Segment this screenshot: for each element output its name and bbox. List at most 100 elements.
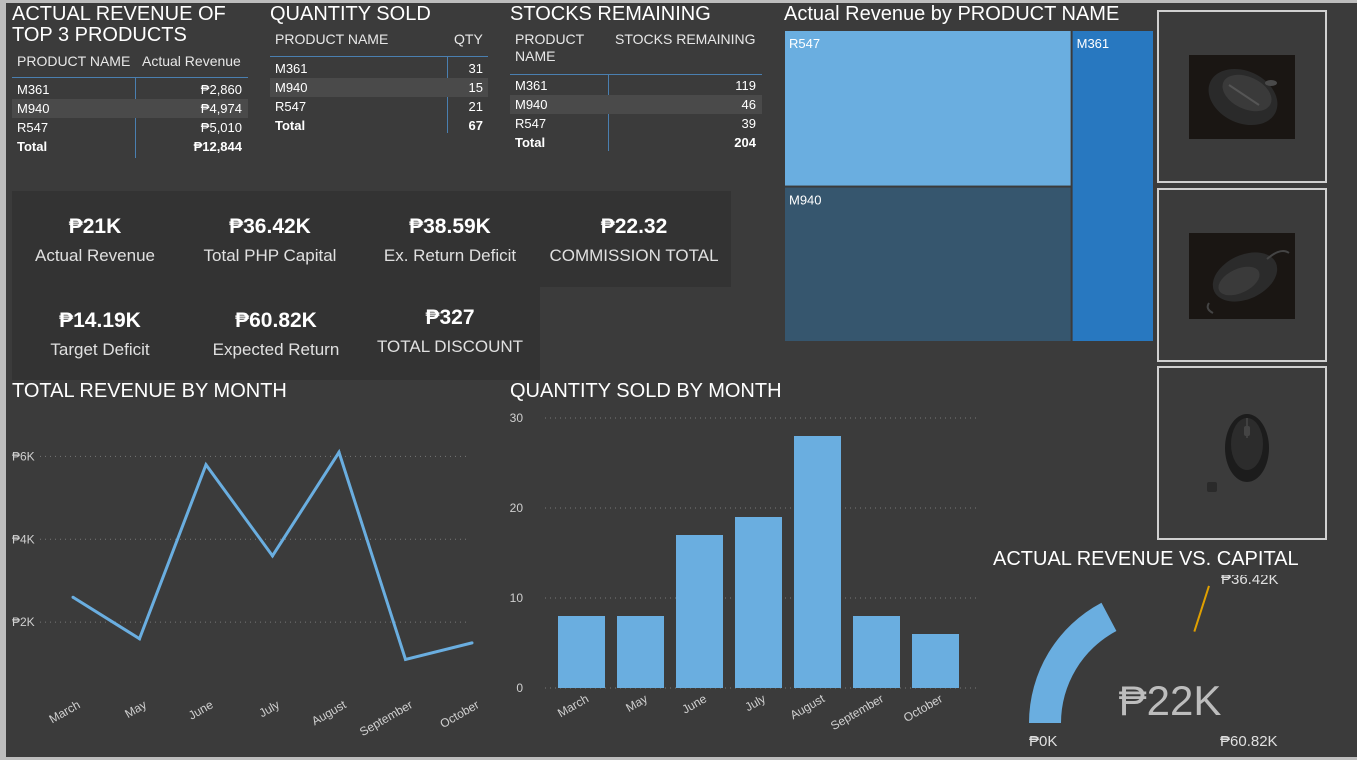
stocks-header-product: PRODUCT bbox=[515, 31, 585, 47]
top-products-cell-value: ₱4,974 bbox=[200, 101, 242, 116]
treemap-tile-label: R547 bbox=[789, 36, 820, 51]
bar-chart-x-tick: March bbox=[555, 691, 591, 720]
quantity-bar[interactable] bbox=[676, 535, 723, 688]
top-products-title-line1: ACTUAL REVENUE OF bbox=[12, 3, 226, 25]
quantity-sold-header-qty[interactable]: QTY bbox=[454, 31, 483, 47]
line-chart-x-tick: May bbox=[122, 697, 149, 720]
line-chart-x-tick: August bbox=[309, 697, 349, 728]
quantity-bar[interactable] bbox=[617, 616, 664, 688]
top-products-rows: M361 ₱2,860 M940 ₱4,974 R547 ₱5,010 Total ₱12,8… bbox=[12, 80, 248, 156]
line-chart-x-tick: March bbox=[47, 697, 83, 726]
quantity-sold-row[interactable]: M940 15 bbox=[270, 78, 488, 97]
bar-chart-x-tick: May bbox=[623, 691, 650, 714]
bar-chart-title: QUANTITY SOLD BY MONTH bbox=[510, 380, 782, 402]
bar-chart-x-tick: September bbox=[828, 691, 886, 732]
top-products-total-row[interactable]: Total ₱12,844 bbox=[12, 137, 248, 156]
stocks-header-name: NAME bbox=[515, 48, 556, 64]
stocks-row[interactable]: M940 46 bbox=[510, 95, 762, 114]
line-chart-x-tick: July bbox=[257, 697, 282, 720]
kpi-value: ₱36.42K bbox=[229, 215, 311, 238]
stocks-remaining-visual[interactable]: STOCKS REMAINING PRODUCT NAME STOCKS REM… bbox=[510, 4, 762, 151]
top-products-cell-value: ₱2,860 bbox=[200, 82, 242, 97]
top-products-cell-value: ₱12,844 bbox=[193, 139, 242, 154]
kpi-label: TOTAL DISCOUNT bbox=[376, 337, 524, 356]
product-image-card-1[interactable] bbox=[1157, 10, 1327, 183]
quantity-sold-title: QUANTITY SOLD bbox=[270, 3, 431, 25]
wired-mouse-icon bbox=[1206, 250, 1290, 314]
quantity-sold-visual[interactable]: QUANTITY SOLD PRODUCT NAME QTY M361 31 M94… bbox=[270, 3, 488, 133]
top-products-header-revenue[interactable]: Actual Revenue bbox=[142, 53, 241, 69]
stocks-row[interactable]: M361 119 bbox=[510, 76, 762, 95]
revenue-data-point[interactable] bbox=[138, 637, 141, 641]
top-products-row[interactable]: M940 ₱4,974 bbox=[12, 99, 248, 118]
quantity-bar[interactable] bbox=[558, 616, 605, 688]
top-products-cell-name: R547 bbox=[17, 120, 49, 135]
product-image-card-3[interactable] bbox=[1157, 366, 1327, 540]
kpi-value: ₱14.19K bbox=[59, 309, 141, 332]
stocks-rows: M361 119 M940 46 R547 39 Total 204 bbox=[510, 76, 762, 152]
top-products-visual[interactable]: ACTUAL REVENUE OF TOP 3 PRODUCTS PRODUCT… bbox=[12, 4, 248, 158]
top-products-title: ACTUAL REVENUE OF TOP 3 PRODUCTS bbox=[12, 4, 226, 46]
line-chart-title: TOTAL REVENUE BY MONTH bbox=[12, 380, 287, 402]
quantity-bar[interactable] bbox=[794, 436, 841, 688]
stocks-cell-value: 204 bbox=[734, 135, 756, 150]
gaming-mouse-photo bbox=[1189, 55, 1295, 139]
stocks-total-row[interactable]: Total 204 bbox=[510, 133, 762, 152]
gauge-title: ACTUAL REVENUE VS. CAPITAL bbox=[993, 548, 1299, 570]
quantity-sold-cell-value: 21 bbox=[468, 99, 483, 114]
top-products-title-line2: TOP 3 PRODUCTS bbox=[12, 24, 187, 46]
quantity-sold-total-row[interactable]: Total 67 bbox=[270, 116, 488, 135]
gauge-target-label: ₱36.42K bbox=[1221, 575, 1279, 588]
quantity-sold-cell-value: 67 bbox=[468, 118, 483, 133]
gauge-max-label: ₱60.82K bbox=[1220, 733, 1278, 750]
revenue-data-point[interactable] bbox=[271, 554, 274, 558]
treemap-tile[interactable] bbox=[1072, 31, 1153, 341]
bar-chart-x-tick: June bbox=[679, 691, 709, 716]
quantity-bar[interactable] bbox=[853, 616, 900, 688]
treemap-tile[interactable] bbox=[785, 187, 1071, 341]
stocks-cell-name: R547 bbox=[515, 116, 547, 131]
top-products-cell-value: ₱5,010 bbox=[200, 120, 242, 135]
quantity-sold-row[interactable]: R547 21 bbox=[270, 97, 488, 116]
bar-chart-y-tick: 0 bbox=[516, 681, 523, 695]
line-chart-x-tick: June bbox=[186, 697, 216, 722]
quantity-sold-cell-name: M361 bbox=[275, 61, 308, 76]
revenue-capital-gauge[interactable]: ₱36.42K ₱22K ₱0K ₱60.82K bbox=[995, 575, 1345, 757]
quantity-sold-cell-name: M940 bbox=[275, 80, 308, 95]
revenue-data-point[interactable] bbox=[337, 450, 341, 454]
quantity-bar-chart[interactable]: 0 10 20 30 March May June July August September Oc… bbox=[500, 405, 990, 757]
stocks-header-remaining[interactable]: STOCKS REMAINING bbox=[615, 31, 756, 47]
stocks-cell-name: M940 bbox=[515, 97, 548, 112]
top-products-row[interactable]: R547 ₱5,010 bbox=[12, 118, 248, 137]
quantity-sold-cell-name: Total bbox=[275, 118, 306, 133]
kpi-value: ₱38.59K bbox=[409, 215, 491, 238]
quantity-sold-row[interactable]: M361 31 bbox=[270, 59, 488, 78]
quantity-sold-rows: M361 31 M940 15 R547 21 Total 67 bbox=[270, 59, 488, 135]
stocks-cell-name: M361 bbox=[515, 78, 548, 93]
kpi-label: COMMISSION TOTAL bbox=[549, 246, 719, 265]
stocks-cell-value: 119 bbox=[735, 78, 756, 93]
product-image-card-2[interactable] bbox=[1157, 188, 1327, 362]
revenue-data-point[interactable] bbox=[204, 463, 208, 467]
kpi-label: Total PHP Capital bbox=[203, 246, 337, 265]
treemap-tile[interactable] bbox=[785, 31, 1071, 186]
wired-mouse-photo bbox=[1189, 233, 1295, 319]
bar-chart-x-tick: August bbox=[788, 691, 828, 722]
gauge-value-arc[interactable] bbox=[1029, 602, 1117, 723]
quantity-sold-header-name[interactable]: PRODUCT NAME bbox=[275, 31, 388, 47]
kpi-value: ₱21K bbox=[68, 215, 122, 238]
quantity-bar[interactable] bbox=[912, 634, 959, 688]
top-products-row[interactable]: M361 ₱2,860 bbox=[12, 80, 248, 99]
quantity-bar[interactable] bbox=[735, 517, 782, 688]
revenue-data-point[interactable] bbox=[71, 595, 75, 599]
top-products-header-name[interactable]: PRODUCT NAME bbox=[17, 53, 130, 69]
revenue-data-point[interactable] bbox=[404, 657, 407, 661]
line-chart-x-tick: October bbox=[438, 697, 482, 730]
quantity-sold-cell-value: 15 bbox=[468, 80, 483, 95]
stocks-row[interactable]: R547 39 bbox=[510, 114, 762, 133]
treemap-chart[interactable]: R547 M940 M361 bbox=[784, 30, 1154, 342]
gaming-mouse-icon bbox=[1208, 68, 1278, 126]
stocks-header-product-name[interactable]: PRODUCT NAME bbox=[515, 31, 584, 65]
revenue-line-chart[interactable]: ₱2K ₱4K ₱6K March May June July August September… bbox=[0, 405, 490, 757]
revenue-data-point[interactable] bbox=[470, 641, 474, 645]
